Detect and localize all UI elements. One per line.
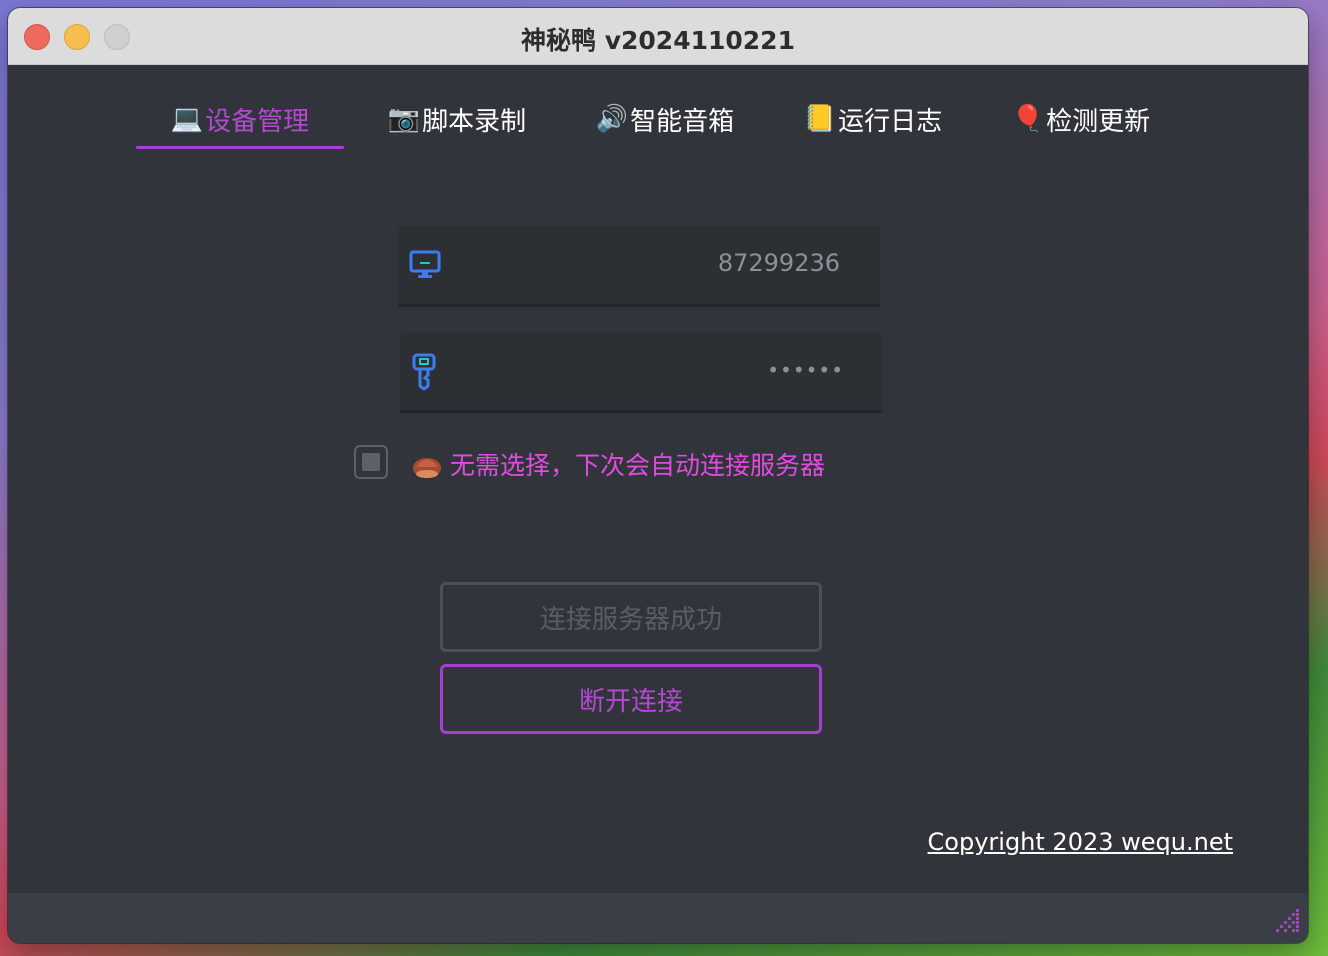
- auto-connect-label: 无需选择，下次会自动连接服务器: [412, 446, 825, 482]
- chestnut-icon: [412, 450, 441, 478]
- key-icon: [410, 352, 440, 396]
- monitor-icon: [408, 248, 442, 284]
- tab-check-update[interactable]: 🎈 检测更新: [996, 94, 1166, 144]
- resize-grip-icon[interactable]: [1272, 905, 1302, 939]
- window-title: 神秘鸭 v2024110221: [521, 26, 795, 55]
- password-field[interactable]: ••••••: [400, 332, 882, 413]
- auto-connect-checkbox[interactable]: [354, 445, 388, 479]
- disconnect-button[interactable]: 断开连接: [440, 664, 822, 734]
- tab-smart-speaker[interactable]: 🔊 智能音箱: [580, 94, 750, 144]
- tab-device-management[interactable]: 💻 设备管理: [136, 94, 344, 144]
- status-bar: [8, 893, 1308, 943]
- password-input[interactable]: ••••••: [544, 358, 844, 382]
- tab-label: 检测更新: [1046, 106, 1151, 137]
- tab-label: 智能音箱: [630, 106, 735, 137]
- speaker-icon: 🔊: [595, 104, 629, 134]
- app-window: 神秘鸭 v2024110221 💻 设备管理 📷 脚本录制 🔊 智能音箱 📒 运…: [8, 8, 1308, 943]
- laptop-icon: 💻: [170, 104, 204, 134]
- notebook-icon: 📒: [803, 104, 837, 134]
- tab-label: 设备管理: [205, 106, 310, 137]
- active-tab-indicator: [136, 146, 344, 149]
- balloon-icon: 🎈: [1011, 104, 1045, 134]
- tab-label: 运行日志: [838, 106, 943, 137]
- camera-icon: 📷: [387, 104, 421, 134]
- tab-run-log[interactable]: 📒 运行日志: [788, 94, 958, 144]
- copyright-link[interactable]: Copyright 2023 wequ.net: [928, 828, 1233, 856]
- device-id-input[interactable]: [538, 248, 842, 278]
- tab-script-recording[interactable]: 📷 脚本录制: [372, 94, 542, 144]
- connection-status-button: 连接服务器成功: [440, 582, 822, 652]
- auto-connect-text: 无需选择，下次会自动连接服务器: [450, 451, 826, 480]
- device-id-field[interactable]: [398, 226, 880, 307]
- title-bar: 神秘鸭 v2024110221: [8, 8, 1308, 65]
- tab-label: 脚本录制: [422, 106, 527, 137]
